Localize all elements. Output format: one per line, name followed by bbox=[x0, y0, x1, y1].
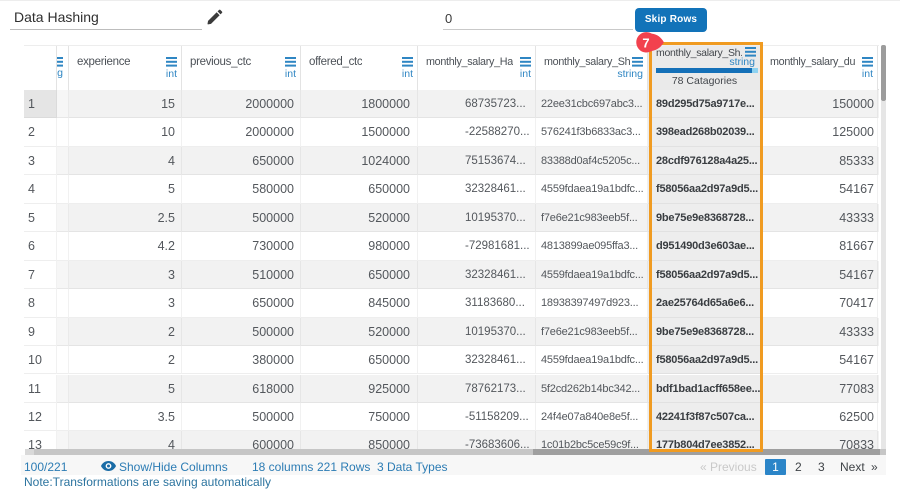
svg-text:7: 7 bbox=[642, 35, 649, 50]
